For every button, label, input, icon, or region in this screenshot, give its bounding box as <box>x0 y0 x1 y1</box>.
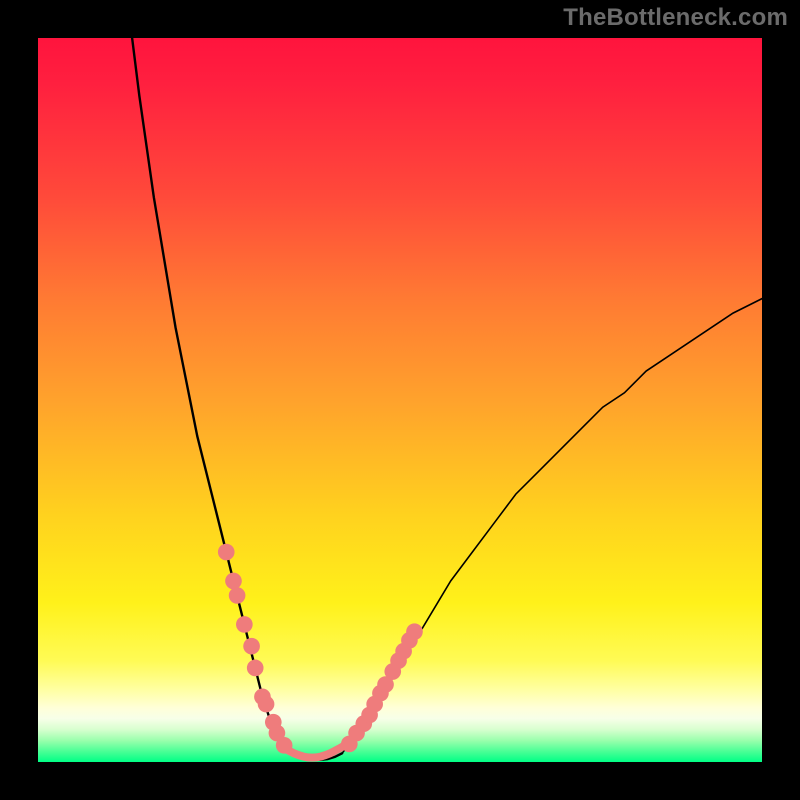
highlight-dots-left <box>218 544 293 754</box>
highlight-dot <box>236 616 253 633</box>
plot-area <box>38 38 762 762</box>
curve-left-branch <box>132 38 291 755</box>
curve-svg <box>38 38 762 762</box>
highlight-dot <box>258 696 275 713</box>
highlight-dot <box>247 660 264 677</box>
highlight-dot <box>218 544 235 561</box>
highlight-dot <box>225 573 242 590</box>
highlight-dot <box>243 638 260 655</box>
watermark-text: TheBottleneck.com <box>563 4 788 32</box>
chart-frame: TheBottleneck.com <box>0 0 800 800</box>
highlight-dot <box>229 587 246 604</box>
curve-right-branch <box>342 299 762 754</box>
highlight-dot <box>406 623 423 640</box>
highlight-dots-right <box>341 623 423 752</box>
